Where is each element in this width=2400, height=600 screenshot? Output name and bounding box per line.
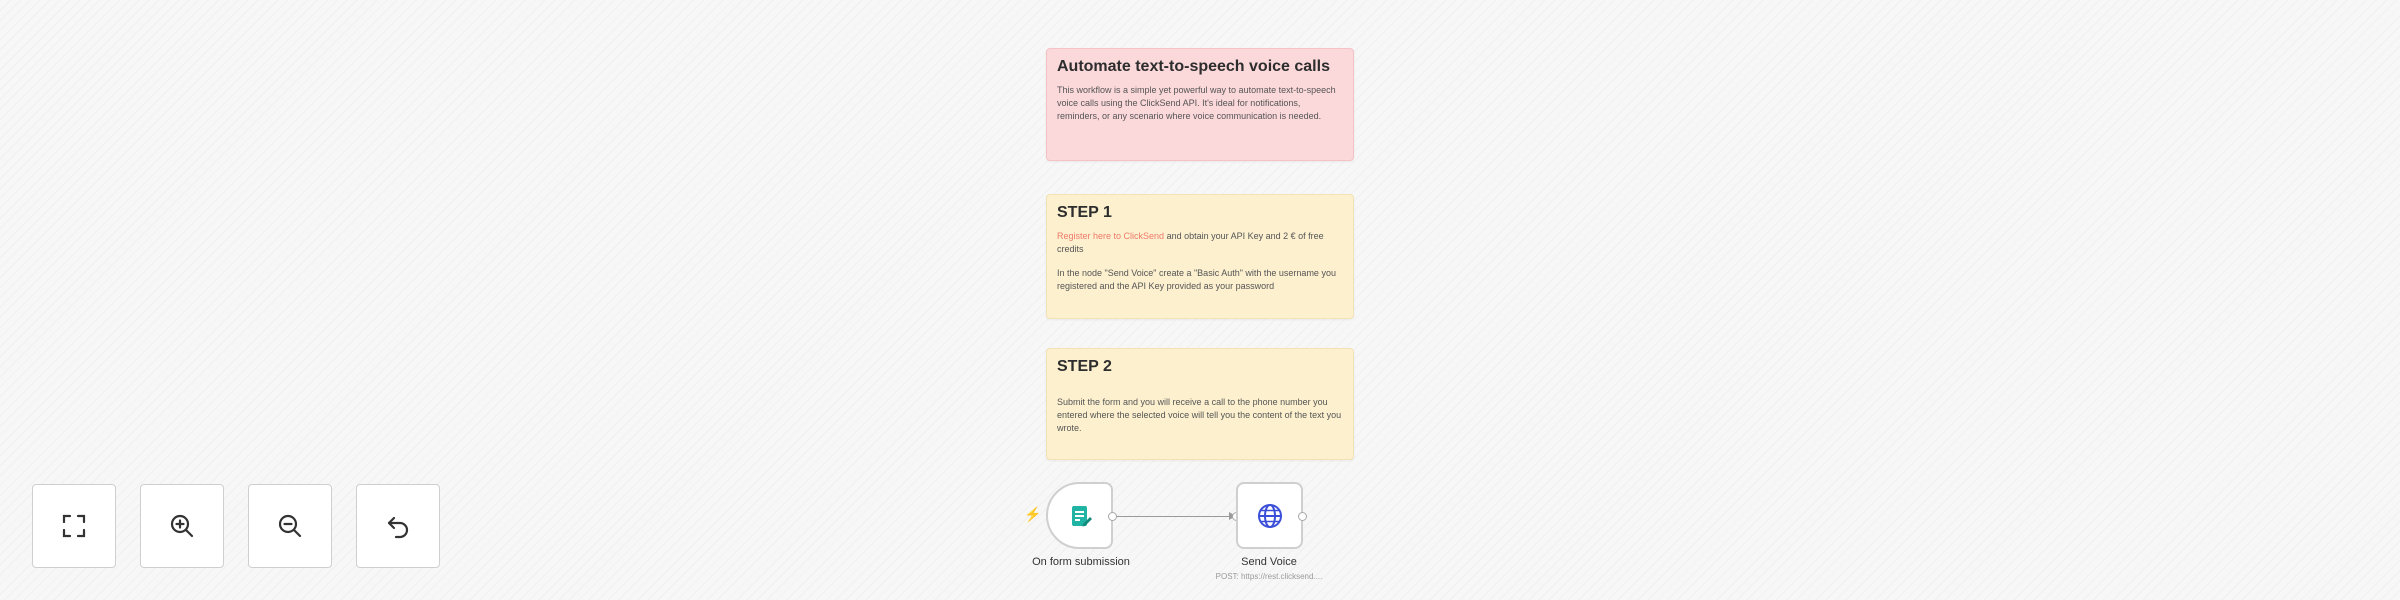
- send-voice-node[interactable]: [1236, 482, 1303, 549]
- form-trigger-node[interactable]: [1046, 482, 1113, 549]
- node-subtitle: POST: https://rest.clicksend....: [1215, 572, 1323, 581]
- zoom-in-icon: [170, 514, 194, 538]
- sticky-body: Register here to ClickSend and obtain yo…: [1057, 230, 1343, 293]
- sticky-paragraph: This workflow is a simple yet powerful w…: [1057, 85, 1336, 121]
- sticky-paragraph: In the node "Send Voice" create a "Basic…: [1057, 268, 1336, 291]
- sticky-note-intro[interactable]: Automate text-to-speech voice calls This…: [1046, 48, 1354, 161]
- sticky-body: Submit the form and you will receive a c…: [1057, 384, 1343, 435]
- output-handle[interactable]: [1298, 512, 1307, 521]
- sticky-title: STEP 2: [1057, 358, 1112, 375]
- sticky-title: Automate text-to-speech voice calls: [1057, 58, 1330, 75]
- node-connection[interactable]: [1117, 516, 1236, 517]
- workflow-canvas[interactable]: Automate text-to-speech voice calls This…: [0, 0, 2400, 600]
- undo-button[interactable]: [356, 484, 440, 568]
- sticky-note-step-1[interactable]: STEP 1 Register here to ClickSend and ob…: [1046, 194, 1354, 319]
- sticky-note-step-2[interactable]: STEP 2 Submit the form and you will rece…: [1046, 348, 1354, 460]
- undo-icon: [387, 516, 409, 539]
- sticky-paragraph: Register here to ClickSend and obtain yo…: [1057, 230, 1343, 256]
- zoom-out-button[interactable]: [248, 484, 332, 568]
- sticky-title: STEP 1: [1057, 204, 1112, 221]
- node-label: Send Voice: [1241, 556, 1297, 568]
- form-icon: [1071, 505, 1092, 526]
- clicksend-register-link[interactable]: Register here to ClickSend: [1057, 231, 1164, 241]
- sticky-paragraph: Submit the form and you will receive a c…: [1057, 397, 1342, 433]
- node-label: On form submission: [1032, 556, 1130, 568]
- zoom-to-fit-button[interactable]: [32, 484, 116, 568]
- sticky-body: This workflow is a simple yet powerful w…: [1057, 84, 1343, 123]
- output-handle[interactable]: [1108, 512, 1117, 521]
- globe-icon: [1257, 503, 1282, 528]
- zoom-in-button[interactable]: [140, 484, 224, 568]
- zoom-out-icon: [278, 514, 302, 538]
- trigger-bolt-icon: ⚡: [1024, 506, 1042, 522]
- fit-view-icon: [62, 514, 86, 538]
